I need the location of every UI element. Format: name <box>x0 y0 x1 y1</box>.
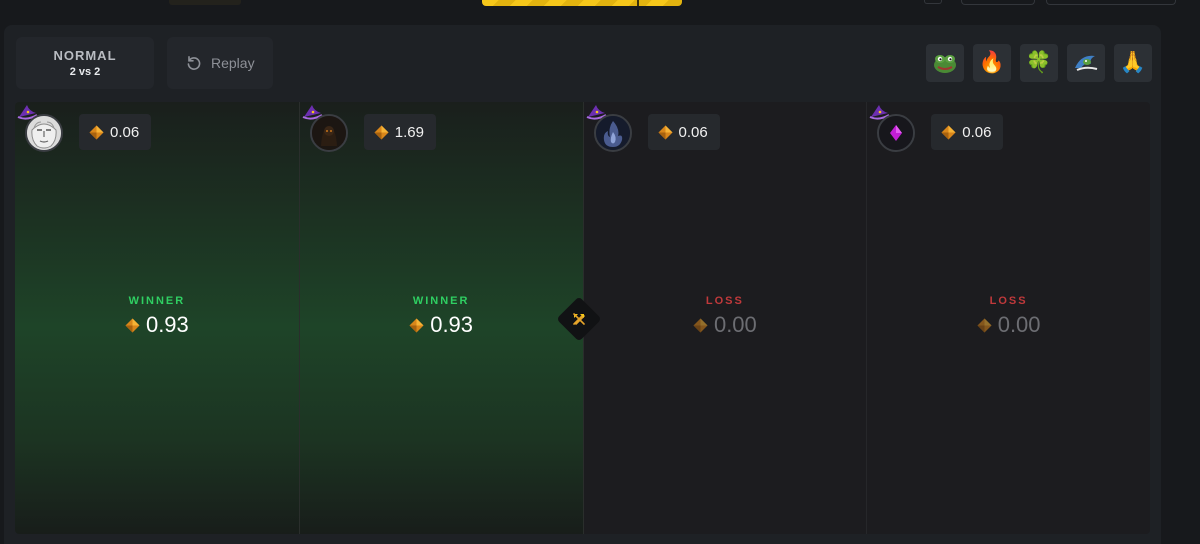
game-mode-box: NORMAL 2 vs 2 <box>16 37 154 89</box>
result-amount: 0.93 <box>15 312 299 338</box>
gem-icon <box>374 125 389 139</box>
clover-icon: 🍀 <box>1025 51 1053 74</box>
emote-praying-hands[interactable]: 🙏 <box>1114 44 1152 82</box>
gem-icon <box>941 125 956 139</box>
statue-face-icon <box>27 116 61 150</box>
dark-figure-icon <box>311 116 346 150</box>
top-nav-fragment <box>169 0 241 5</box>
gem-icon <box>89 125 104 139</box>
player-avatar[interactable] <box>877 114 916 152</box>
player-slot-2: 1.69 WINNER 0.93 <box>298 102 583 534</box>
player-stake-value: 0.06 <box>110 123 140 141</box>
emote-surfing-frog[interactable] <box>1067 44 1105 82</box>
result-label: WINNER <box>128 295 186 307</box>
result-amount: 0.93 <box>300 312 583 338</box>
player-avatar[interactable] <box>309 114 348 152</box>
pepe-frog-icon <box>934 55 956 73</box>
result-label: WINNER <box>412 295 470 307</box>
top-action-button-fragment[interactable] <box>482 0 682 6</box>
emote-pepe-frog[interactable] <box>926 44 964 82</box>
player-slot-3: 0.06 LOSS 0.00 <box>582 102 867 534</box>
player-avatar[interactable] <box>25 114 63 152</box>
emote-clover[interactable]: 🍀 <box>1020 44 1058 82</box>
surfing-frog-icon <box>1075 55 1098 71</box>
emote-bar: 🔥 🍀 🙏 <box>926 44 1152 82</box>
praying-hands-icon: 🙏 <box>1119 51 1147 74</box>
gem-icon <box>658 125 672 139</box>
player-stake-value: 1.69 <box>394 123 424 141</box>
player-stake-value: 0.06 <box>678 123 708 141</box>
player-slot-1: 0.06 WINNER 0.93 <box>15 102 299 534</box>
fire-icon: 🔥 <box>978 51 1006 74</box>
result-label: LOSS <box>989 295 1028 307</box>
top-button-fragment-wide[interactable] <box>1046 0 1176 5</box>
emote-fire[interactable]: 🔥 <box>973 44 1011 82</box>
top-icon-button-fragment[interactable] <box>924 0 942 4</box>
top-button-fragment[interactable] <box>961 0 1035 5</box>
result-amount-value: 0.00 <box>713 312 757 337</box>
gem-icon <box>409 318 424 332</box>
result-label: LOSS <box>705 295 744 307</box>
player-stake: 0.06 <box>931 114 1004 150</box>
game-mode-title: NORMAL <box>53 48 117 63</box>
player-stake-value: 0.06 <box>962 123 992 141</box>
game-panel: NORMAL 2 vs 2 Replay 🔥 🍀 🙏 0.06 WINNER 0… <box>4 25 1161 544</box>
gem-icon <box>977 318 992 332</box>
result-amount-value: 0.93 <box>430 312 474 337</box>
game-mode-subtitle: 2 vs 2 <box>69 66 101 78</box>
result-amount-value: 0.93 <box>145 312 189 337</box>
replay-label: Replay <box>211 55 255 71</box>
player-result: LOSS 0.00 <box>584 295 867 338</box>
replay-button[interactable]: Replay <box>167 37 273 89</box>
result-amount: 0.00 <box>867 312 1150 338</box>
player-stake: 0.06 <box>79 114 152 150</box>
player-stake: 1.69 <box>363 114 436 150</box>
crossed-axes-icon <box>573 313 585 325</box>
result-amount: 0.00 <box>584 312 867 338</box>
gem-icon <box>125 318 140 332</box>
gem-icon <box>693 318 708 332</box>
result-amount-value: 0.00 <box>997 312 1041 337</box>
player-result: WINNER 0.93 <box>15 295 299 338</box>
player-stake: 0.06 <box>647 114 720 150</box>
blue-flame-icon <box>595 116 630 150</box>
purple-gem-icon <box>879 116 914 150</box>
replay-icon <box>187 56 201 70</box>
player-slot-4: 0.06 LOSS 0.00 <box>866 102 1150 534</box>
player-avatar[interactable] <box>593 114 632 152</box>
player-result: WINNER 0.93 <box>300 295 583 338</box>
player-result: LOSS 0.00 <box>867 295 1150 338</box>
